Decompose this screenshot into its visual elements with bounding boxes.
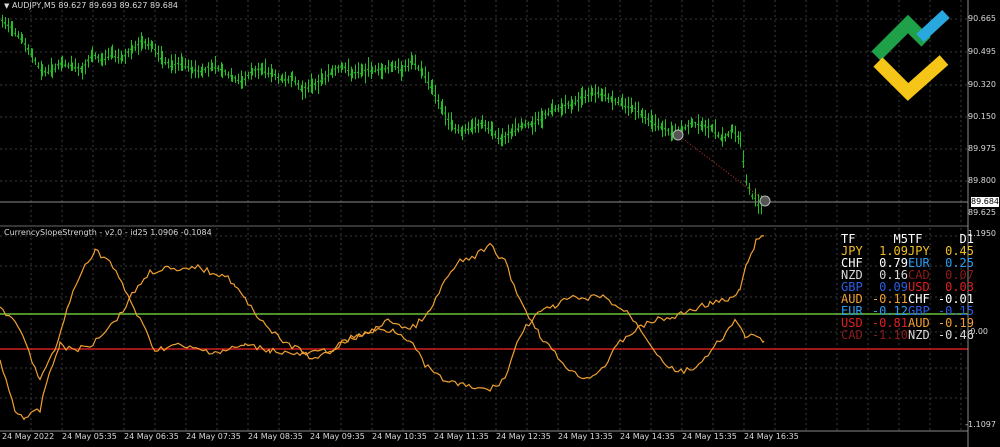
candle-tick	[460, 129, 464, 132]
currency-code: NZD	[908, 328, 930, 342]
candle-tick	[520, 126, 524, 128]
price-candles	[0, 14, 763, 215]
price-label: 90.665	[968, 14, 996, 23]
candle-tick	[183, 66, 187, 68]
logo-yellow-chevron	[873, 55, 949, 101]
time-label: 24 May 12:35	[496, 432, 551, 441]
trade-entry-marker	[672, 129, 684, 141]
dropdown-triangle-icon[interactable]: ▼	[4, 2, 9, 10]
candle-tick	[196, 69, 200, 72]
time-label: 24 May 15:35	[682, 432, 737, 441]
price-label: 89.800	[968, 176, 996, 185]
candle-tick	[166, 61, 170, 64]
price-label: 90.320	[968, 80, 996, 89]
strength-value: -0.46	[937, 328, 974, 342]
candle-tick	[0, 19, 4, 22]
time-label: 24 May 09:35	[310, 432, 365, 441]
price-label: 90.495	[968, 47, 996, 56]
candle-tick	[230, 76, 234, 78]
candle-tick	[639, 114, 643, 116]
strength-line-a	[0, 235, 765, 381]
strength-row: CAD -1.10 NZD -0.46	[841, 329, 974, 341]
time-label: 24 May 13:35	[558, 432, 613, 441]
candle-tick	[533, 122, 537, 125]
candle-tick	[669, 133, 673, 135]
time-label: 24 May 10:35	[372, 432, 427, 441]
trading-chart[interactable]	[0, 0, 1000, 447]
brand-logo	[871, 9, 950, 101]
time-label: 24 May 08:35	[248, 432, 303, 441]
candle-tick	[583, 96, 587, 99]
symbol-info: AUDJPY,M5 89.627 89.693 89.627 89.684	[11, 1, 178, 10]
price-pane[interactable]	[0, 0, 968, 224]
candle-tick	[210, 66, 214, 69]
strength-cell-m5: CAD -1.10	[841, 329, 908, 341]
trade-dotted-line	[677, 134, 766, 202]
time-label: 24 May 07:35	[186, 432, 241, 441]
candle-tick	[306, 87, 310, 90]
price-grid	[0, 0, 968, 224]
candle-tick	[626, 106, 630, 108]
trade-exit-marker	[759, 195, 771, 207]
candle-tick	[419, 69, 423, 71]
strength-cell-d1: NZD -0.46	[908, 329, 974, 341]
strength-value: -1.10	[871, 328, 908, 342]
time-label: 24 May 05:35	[62, 432, 117, 441]
candle-tick	[696, 123, 700, 126]
strength-table: TF M5 TF D1 JPY 1.09 JPY 0.45 CHF 0.79 EUR 0.25…	[841, 233, 974, 341]
time-label: 24 May 11:35	[434, 432, 489, 441]
price-label: 89.975	[968, 144, 996, 153]
candle-tick	[109, 55, 113, 57]
price-label: 89.625	[968, 208, 996, 217]
time-label: 24 May 14:35	[620, 432, 675, 441]
currency-code: CAD	[841, 328, 863, 342]
candle-tick	[446, 118, 450, 120]
candle-tick	[666, 129, 670, 132]
current-price-tag: 89.684	[971, 197, 999, 207]
candle-tick	[679, 128, 683, 131]
logo-green-chevron	[871, 14, 931, 61]
candle-tick	[593, 93, 597, 95]
time-label: 24 May 16:35	[744, 432, 799, 441]
indicator-pane[interactable]	[0, 228, 968, 430]
indicator-min-label: -1.1097	[965, 420, 996, 429]
candle-tick	[80, 67, 84, 70]
candle-tick	[656, 126, 660, 128]
candle-tick	[630, 105, 634, 108]
price-label: 90.150	[968, 112, 996, 121]
time-label: 24 May 06:35	[124, 432, 179, 441]
time-label: 24 May 2022	[2, 432, 55, 441]
chart-symbol-header: ▼ AUDJPY,M5 89.627 89.693 89.627 89.684	[4, 1, 178, 10]
strength-line-b	[0, 263, 765, 421]
logo-blue-bar	[916, 9, 950, 43]
candle-tick	[456, 129, 460, 131]
indicator-title: CurrencySlopeStrength - v2.0 - id25 1.09…	[4, 228, 212, 237]
